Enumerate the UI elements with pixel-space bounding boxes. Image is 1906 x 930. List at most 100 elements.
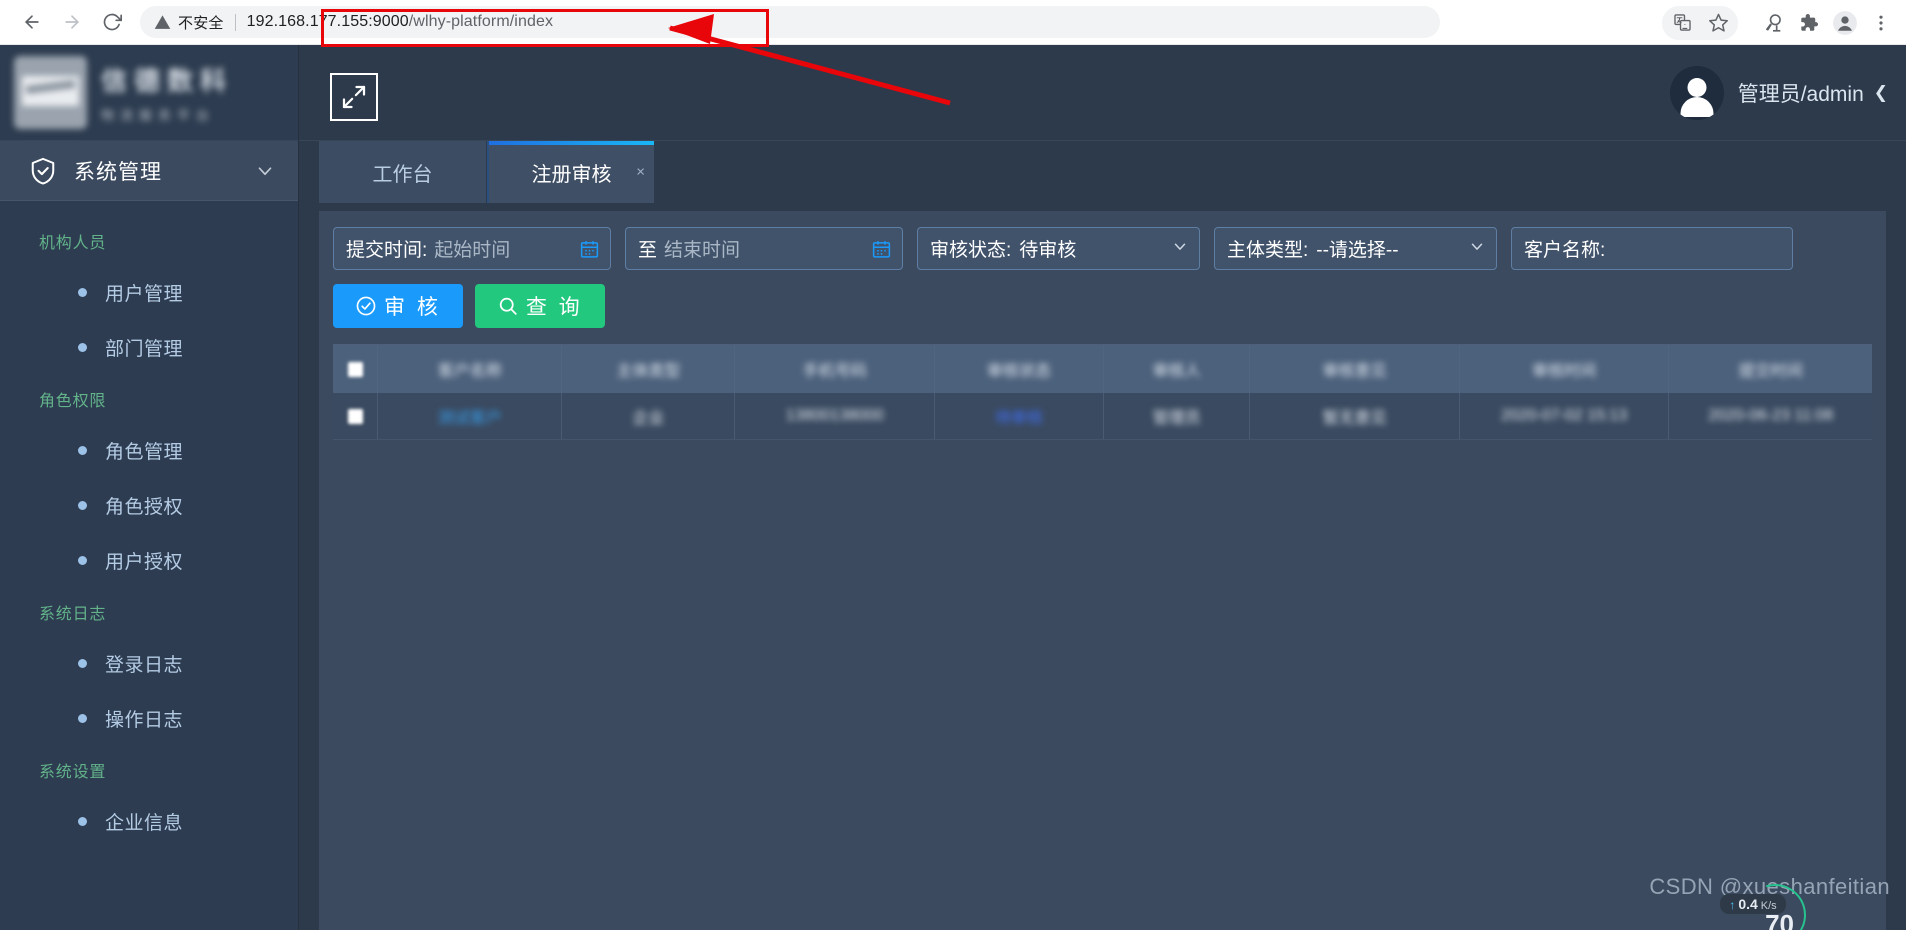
- sidebar-group-title: 角色权限: [39, 393, 107, 410]
- cell-value: 企业: [632, 410, 665, 427]
- sidebar-item-user-management[interactable]: 用户管理: [0, 265, 298, 320]
- column-header-label: 审核状态: [986, 363, 1051, 380]
- end-time-placeholder: 结束时间: [664, 240, 741, 261]
- sidebar-item-enterprise-info[interactable]: 企业信息: [0, 794, 298, 849]
- sidebar-item-label: 角色管理: [105, 442, 184, 463]
- select-all-checkbox[interactable]: [333, 345, 379, 393]
- omnibox-divider: [234, 13, 236, 31]
- column-header-label: 审核时间: [1532, 363, 1597, 380]
- row-checkbox[interactable]: [333, 393, 379, 439]
- customer-name-field[interactable]: 客户名称:: [1511, 227, 1793, 270]
- forward-button[interactable]: [54, 4, 90, 40]
- chevron-down-icon[interactable]: [1171, 237, 1189, 260]
- audit-table: 客户名称 主体类型 手机号码 审核状态 审核人 审核意见 审核时间 提交时间 测…: [333, 344, 1872, 930]
- url-host: 192.168.177.155:9000: [246, 13, 409, 30]
- profile-avatar-icon: [1833, 10, 1857, 35]
- column-header-label: 审核意见: [1322, 363, 1387, 380]
- registration-audit-panel: 提交时间: 起始时间 至 结束时间 审核状态: 待审核 主体类型: --请选择-…: [319, 211, 1886, 930]
- sidebar-group-title: 系统设置: [39, 764, 107, 781]
- browser-nav-buttons: [0, 4, 130, 40]
- reload-icon: [103, 13, 122, 31]
- user-menu[interactable]: 管理员/admin ❮: [1669, 45, 1888, 141]
- sidebar-item-role-management[interactable]: 角色管理: [0, 423, 298, 478]
- filter-bar: 提交时间: 起始时间 至 结束时间 审核状态: 待审核 主体类型: --请选择-…: [333, 227, 1872, 284]
- tab-workbench[interactable]: 工作台: [319, 141, 487, 203]
- chevron-left-icon: ❮: [1873, 83, 1888, 102]
- subject-type-select[interactable]: 主体类型: --请选择--: [1214, 227, 1497, 270]
- audit-status-select[interactable]: 审核状态: 待审核: [917, 227, 1200, 270]
- calendar-icon[interactable]: [871, 238, 892, 259]
- sidebar-item-department-management[interactable]: 部门管理: [0, 320, 298, 375]
- bullet-dot-icon: [78, 501, 87, 510]
- more-menu-button[interactable]: [1864, 6, 1898, 40]
- submit-end-time-field[interactable]: 至 结束时间: [625, 227, 903, 270]
- calendar-icon[interactable]: [579, 238, 600, 259]
- cell-value: 测试客户: [437, 410, 502, 427]
- table-header-cell[interactable]: 审核人: [1104, 345, 1251, 393]
- bullet-dot-icon: [78, 714, 87, 723]
- table-cell: 企业: [562, 393, 736, 439]
- sidebar-item-label: 登录日志: [105, 655, 184, 676]
- sidebar-item-role-authorization[interactable]: 角色授权: [0, 478, 298, 533]
- table-header-cell[interactable]: 主体类型: [562, 345, 736, 393]
- table-header-cell[interactable]: 审核意见: [1250, 345, 1460, 393]
- close-icon[interactable]: ×: [636, 164, 645, 181]
- fullscreen-toggle-button[interactable]: [330, 73, 378, 121]
- more-menu-icon: [1879, 15, 1883, 30]
- extensions-puzzle-icon: [1801, 13, 1819, 31]
- cast-icon: [1765, 13, 1781, 32]
- column-header-label: 主体类型: [616, 363, 681, 380]
- sidebar: 信德数科 物流服务平台 系统管理 机构人员 用户管理 部门管理 角色权限 角色管…: [0, 45, 299, 930]
- sidebar-module-system-management[interactable]: 系统管理: [0, 141, 298, 201]
- sidebar-item-label: 角色授权: [105, 497, 184, 518]
- table-header-cell[interactable]: 审核时间: [1460, 345, 1670, 393]
- address-bar[interactable]: 不安全 192.168.177.155:9000/wlhy-platform/i…: [140, 6, 1440, 38]
- main-content: 管理员/admin ❮ 工作台 注册审核 × 提交时间: 起始时间 至 结束时间…: [299, 45, 1906, 930]
- cell-value: 暂无意见: [1322, 410, 1387, 427]
- sidebar-item-user-authorization[interactable]: 用户授权: [0, 533, 298, 588]
- subject-type-value: --请选择--: [1316, 240, 1399, 261]
- translate-button[interactable]: [1665, 6, 1699, 40]
- tab-label: 注册审核: [531, 163, 612, 186]
- table-header-row: 客户名称 主体类型 手机号码 审核状态 审核人 审核意见 审核时间 提交时间: [333, 345, 1872, 393]
- tab-registration-audit[interactable]: 注册审核 ×: [487, 141, 655, 203]
- bullet-dot-icon: [78, 817, 87, 826]
- query-button[interactable]: 查 询: [474, 284, 605, 328]
- sidebar-group-title: 机构人员: [39, 235, 107, 252]
- cast-button[interactable]: [1756, 6, 1790, 40]
- brand-logo[interactable]: 信德数科 物流服务平台: [0, 45, 298, 141]
- column-header-label: 手机号码: [802, 363, 867, 380]
- table-row[interactable]: 测试客户 企业 13800138000 待审核 管理员 暂无意见 2020-07…: [333, 393, 1872, 440]
- back-button[interactable]: [14, 4, 50, 40]
- profile-button[interactable]: [1828, 6, 1862, 40]
- bullet-dot-icon: [78, 343, 87, 352]
- logo-main-text: 信德数科: [101, 66, 234, 96]
- extensions-button[interactable]: [1792, 6, 1826, 40]
- audit-button[interactable]: 审 核: [333, 284, 463, 328]
- application-window: 信德数科 物流服务平台 系统管理 机构人员 用户管理 部门管理 角色权限 角色管…: [0, 45, 1906, 930]
- bookmark-button[interactable]: [1701, 6, 1735, 40]
- avatar-body: [1680, 97, 1714, 117]
- sidebar-item-operation-log[interactable]: 操作日志: [0, 691, 298, 746]
- sidebar-item-label: 操作日志: [105, 710, 184, 731]
- table-header-cell[interactable]: 提交时间: [1669, 345, 1872, 393]
- omnibox-actions-pill: [1662, 5, 1738, 40]
- table-cell: 暂无意见: [1250, 393, 1460, 439]
- reload-button[interactable]: [94, 4, 130, 40]
- sidebar-item-login-log[interactable]: 登录日志: [0, 636, 298, 691]
- submit-start-time-field[interactable]: 提交时间: 起始时间: [333, 227, 611, 270]
- checkbox-box: [347, 361, 363, 377]
- url-text: 192.168.177.155:9000/wlhy-platform/index: [247, 13, 553, 31]
- chevron-down-icon[interactable]: [1468, 237, 1486, 260]
- omnibox-wrapper: 不安全 192.168.177.155:9000/wlhy-platform/i…: [140, 6, 1440, 47]
- tab-label: 工作台: [372, 163, 433, 186]
- table-header-cell[interactable]: 客户名称: [378, 345, 563, 393]
- browser-toolbar-right: [1662, 0, 1898, 45]
- audit-status-value: 待审核: [1019, 240, 1077, 261]
- security-status-label: 不安全: [178, 14, 224, 32]
- table-header-cell[interactable]: 审核状态: [935, 345, 1105, 393]
- table-header-cell[interactable]: 手机号码: [735, 345, 935, 393]
- audit-button-label: 审 核: [384, 296, 441, 319]
- chevron-down-icon[interactable]: [254, 160, 276, 182]
- top-bar: 管理员/admin ❮: [299, 45, 1906, 141]
